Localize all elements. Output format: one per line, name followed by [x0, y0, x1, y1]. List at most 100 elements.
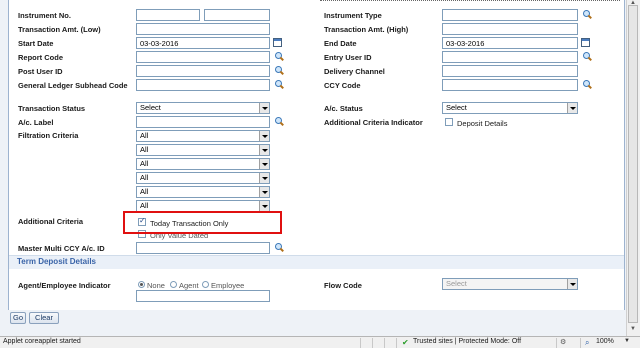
- delivery-channel-field[interactable]: [442, 65, 578, 77]
- agent-employee-field[interactable]: [136, 290, 270, 302]
- chevron-down-icon: [259, 173, 269, 183]
- term-deposit-title: Term Deposit Details: [17, 257, 96, 266]
- status-message: Applet coreapplet started: [3, 338, 81, 345]
- radio-agent-label: Agent: [179, 281, 199, 290]
- txn-amt-high-field[interactable]: [442, 23, 578, 35]
- flow-code-select[interactable]: Select: [442, 278, 578, 290]
- filtration-value: All: [140, 159, 149, 168]
- radio-employee[interactable]: [202, 281, 209, 288]
- go-button[interactable]: Go: [10, 312, 26, 324]
- instrument-no-label: Instrument No.: [18, 11, 71, 20]
- post-user-id-label: Post User ID: [18, 67, 63, 76]
- radio-agent[interactable]: [170, 281, 177, 288]
- entry-user-id-field[interactable]: [442, 51, 578, 63]
- filtration-criteria-select-2[interactable]: All: [136, 144, 270, 156]
- deposit-details-checkbox[interactable]: [445, 118, 453, 126]
- master-multi-ccy-search-icon[interactable]: [274, 243, 284, 253]
- instrument-no-field-2[interactable]: [204, 9, 270, 21]
- status-divider: [396, 338, 397, 348]
- instrument-type-field[interactable]: [442, 9, 578, 21]
- report-code-search-icon[interactable]: [274, 52, 284, 62]
- post-user-id-search-icon[interactable]: [274, 66, 284, 76]
- trusted-sites-check-icon: ✔: [402, 338, 409, 347]
- status-divider: [384, 338, 385, 348]
- txn-amt-low-field[interactable]: [136, 23, 270, 35]
- agent-employee-indicator-label: Agent/Employee Indicator: [18, 281, 111, 290]
- master-multi-ccy-field[interactable]: [136, 242, 270, 254]
- start-date-field[interactable]: [136, 37, 270, 49]
- zoom-icon[interactable]: ⌕: [585, 338, 593, 347]
- transaction-status-label: Transaction Status: [18, 104, 86, 113]
- chevron-down-icon: [259, 201, 269, 211]
- zoom-level[interactable]: 100%: [596, 338, 614, 345]
- instrument-no-field-1[interactable]: [136, 9, 200, 21]
- ac-status-value: Select: [446, 103, 467, 112]
- filtration-value: All: [140, 201, 149, 210]
- transaction-status-value: Select: [140, 103, 161, 112]
- instrument-type-label: Instrument Type: [324, 11, 382, 20]
- browser-frame: Instrument No. Instrument Type Transacti…: [0, 0, 640, 348]
- entry-user-id-search-icon[interactable]: [582, 52, 592, 62]
- chevron-down-icon: [259, 103, 269, 113]
- gl-subhead-code-field[interactable]: [136, 79, 270, 91]
- txn-amt-low-label: Transaction Amt. (Low): [18, 25, 101, 34]
- chevron-down-icon: [259, 187, 269, 197]
- filtration-value: All: [140, 145, 149, 154]
- radio-none-label: None: [147, 281, 165, 290]
- flow-code-value: Select: [446, 279, 467, 288]
- zoom-dropdown-icon[interactable]: ▼: [624, 338, 632, 346]
- protected-mode-icon[interactable]: ⚙: [560, 338, 568, 346]
- start-date-calendar-icon[interactable]: [273, 38, 282, 47]
- scroll-down-icon[interactable]: ▼: [628, 326, 638, 334]
- start-date-label: Start Date: [18, 39, 54, 48]
- additional-criteria-label: Additional Criteria: [18, 217, 84, 226]
- status-divider: [556, 338, 557, 348]
- clear-button[interactable]: Clear: [29, 312, 59, 324]
- filtration-value: All: [140, 187, 149, 196]
- security-zone: Trusted sites | Protected Mode: Off: [413, 338, 522, 345]
- ac-label-field[interactable]: [136, 116, 270, 128]
- gl-subhead-search-icon[interactable]: [274, 80, 284, 90]
- entry-user-id-label: Entry User ID: [324, 53, 372, 62]
- ac-label-label: A/c. Label: [18, 118, 54, 127]
- ac-status-select[interactable]: Select: [442, 102, 578, 114]
- status-divider: [372, 338, 373, 348]
- chevron-down-icon: [567, 103, 577, 113]
- status-divider: [360, 338, 361, 348]
- filtration-criteria-select-1[interactable]: All: [136, 130, 270, 142]
- chevron-down-icon: [567, 279, 577, 289]
- master-multi-ccy-label: Master Multi CCY A/c. ID: [18, 244, 105, 253]
- report-code-field[interactable]: [136, 51, 270, 63]
- txn-amt-high-label: Transaction Amt. (High): [324, 25, 409, 34]
- filtration-criteria-select-4[interactable]: All: [136, 172, 270, 184]
- delivery-channel-label: Delivery Channel: [324, 67, 385, 76]
- radio-employee-label: Employee: [211, 281, 245, 290]
- filtration-criteria-select-5[interactable]: All: [136, 186, 270, 198]
- transaction-status-select[interactable]: Select: [136, 102, 270, 114]
- filtration-value: All: [140, 131, 149, 140]
- radio-none[interactable]: [138, 281, 145, 288]
- chevron-down-icon: [259, 159, 269, 169]
- end-date-field[interactable]: [442, 37, 578, 49]
- ccy-code-search-icon[interactable]: [582, 80, 592, 90]
- flow-code-label: Flow Code: [324, 281, 362, 290]
- report-code-label: Report Code: [18, 53, 63, 62]
- scroll-thumb[interactable]: [628, 5, 638, 323]
- end-date-calendar-icon[interactable]: [581, 38, 590, 47]
- chevron-down-icon: [259, 131, 269, 141]
- post-user-id-field[interactable]: [136, 65, 270, 77]
- ac-label-search-icon[interactable]: [274, 117, 284, 127]
- highlight-box: [123, 211, 282, 234]
- status-divider: [580, 338, 581, 348]
- ccy-code-field[interactable]: [442, 79, 578, 91]
- filtration-value: All: [140, 173, 149, 182]
- status-bar: [0, 336, 640, 348]
- filtration-criteria-label: Filtration Criteria: [18, 131, 79, 140]
- instrument-type-search-icon[interactable]: [582, 10, 592, 20]
- additional-criteria-indicator-label: Additional Criteria Indicator: [324, 118, 423, 127]
- ac-status-label: A/c. Status: [324, 104, 363, 113]
- top-divider: [320, 0, 620, 3]
- deposit-details-label: Deposit Details: [457, 119, 508, 128]
- chevron-down-icon: [259, 145, 269, 155]
- filtration-criteria-select-3[interactable]: All: [136, 158, 270, 170]
